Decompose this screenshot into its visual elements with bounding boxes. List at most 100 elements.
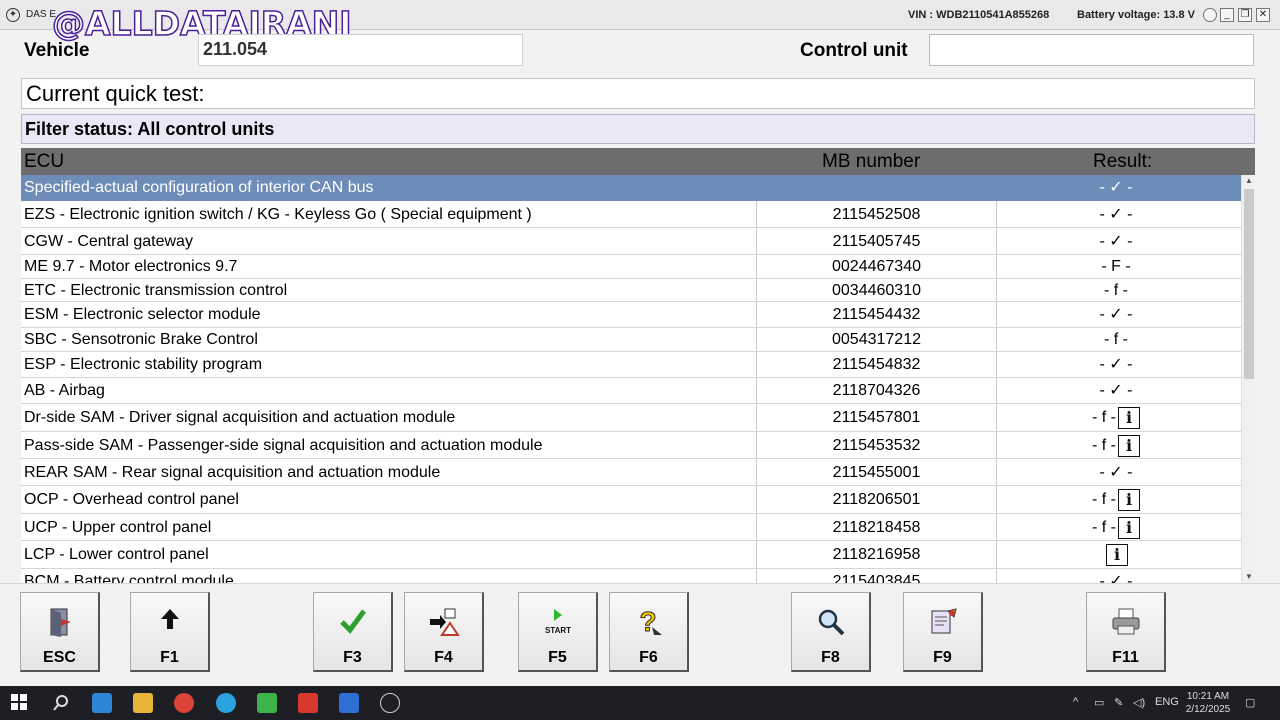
table-scrollbar[interactable]: ▲ ▼ xyxy=(1241,175,1255,583)
info-icon[interactable]: i xyxy=(1118,488,1140,511)
help-icon: ? xyxy=(610,606,687,638)
pen-icon[interactable]: ✎ xyxy=(1114,696,1123,709)
result-text: - ✓ - xyxy=(1099,573,1133,583)
f1-button[interactable]: F1 xyxy=(130,592,210,672)
notification-icon[interactable]: ▢ xyxy=(1245,696,1255,709)
printer-icon xyxy=(1087,607,1164,637)
result-text: - ✓ - xyxy=(1099,233,1133,250)
language-indicator[interactable]: ENG xyxy=(1155,696,1179,708)
vehicle-field: 211.054 xyxy=(198,34,523,66)
result-text: - ✓ - xyxy=(1099,206,1133,223)
info-icon[interactable]: i xyxy=(1106,543,1128,566)
ecu-name: ME 9.7 - Motor electronics 9.7 xyxy=(24,258,238,275)
result-text: - f - xyxy=(1092,491,1116,508)
table-row[interactable]: ETC - Electronic transmission control 003… xyxy=(21,279,1241,302)
f3-label: F3 xyxy=(343,649,362,666)
chrome-icon[interactable] xyxy=(174,693,194,713)
clock[interactable]: 10:21 AM 2/12/2025 xyxy=(1180,690,1236,716)
result-cell: - ✓ - xyxy=(1061,302,1171,328)
f11-button[interactable]: F11 xyxy=(1086,592,1166,672)
result-cell: - ✓ - xyxy=(1061,201,1171,228)
search-icon[interactable] xyxy=(51,693,71,713)
f11-label: F11 xyxy=(1112,649,1139,666)
mb-number: 2115457801 xyxy=(756,404,997,431)
ecu-name: Specified-actual configuration of interi… xyxy=(24,179,374,196)
network-icon[interactable]: ▭ xyxy=(1094,696,1104,709)
magnifier-icon xyxy=(792,607,869,637)
mb-number xyxy=(756,175,997,200)
f4-button[interactable]: F4 xyxy=(404,592,484,672)
table-row[interactable]: OCP - Overhead control panel 2118206501 - … xyxy=(21,486,1241,514)
f9-button[interactable]: F9 xyxy=(903,592,983,672)
table-row[interactable]: UCP - Upper control panel 2118218458 - f -… xyxy=(21,514,1241,541)
table-row[interactable]: EZS - Electronic ignition switch / KG - … xyxy=(21,201,1241,228)
telegram-icon[interactable] xyxy=(216,693,236,713)
file-explorer-icon[interactable] xyxy=(133,693,153,713)
taskbar: ^ ▭ ✎ ◁) ENG 10:21 AM 2/12/2025 ▢ xyxy=(0,686,1280,720)
result-text: - f - xyxy=(1104,282,1128,299)
mb-number: 2118218458 xyxy=(756,514,997,540)
status-circle-icon xyxy=(1203,8,1217,22)
app-icon-green[interactable] xyxy=(257,693,277,713)
table-row[interactable]: Dr-side SAM - Driver signal acquisition … xyxy=(21,404,1241,432)
result-cell: - ✓ - xyxy=(1061,569,1171,583)
mb-number: 0054317212 xyxy=(756,328,997,351)
minimize-button[interactable]: _ xyxy=(1220,8,1234,22)
result-cell: - f -i xyxy=(1061,432,1171,459)
table-row[interactable]: ME 9.7 - Motor electronics 9.7 0024467340… xyxy=(21,255,1241,279)
control-unit-label: Control unit xyxy=(800,40,908,61)
mercedes-logo-icon: ✦ xyxy=(6,8,20,22)
info-icon[interactable]: i xyxy=(1118,516,1140,539)
table-row[interactable]: BCM - Battery control module 2115403845 - … xyxy=(21,569,1241,583)
f6-button[interactable]: ? F6 xyxy=(609,592,689,672)
f1-label: F1 xyxy=(160,649,179,666)
result-text: - ✓ - xyxy=(1099,306,1133,323)
scroll-down-icon[interactable]: ▼ xyxy=(1242,571,1256,583)
f3-button[interactable]: F3 xyxy=(313,592,393,672)
ecu-name: OCP - Overhead control panel xyxy=(24,491,239,508)
result-cell: - ✓ - xyxy=(1061,378,1171,404)
windows-start-icon[interactable] xyxy=(10,693,30,713)
result-text: - F - xyxy=(1101,258,1131,275)
mb-number: 2118216958 xyxy=(756,541,997,568)
scroll-up-icon[interactable]: ▲ xyxy=(1242,175,1256,187)
app-icon-notepad[interactable] xyxy=(339,693,359,713)
filter-status[interactable]: Filter status: All control units xyxy=(21,114,1255,144)
table-row[interactable]: ESM - Electronic selector module 21154544… xyxy=(21,302,1241,328)
f8-button[interactable]: F8 xyxy=(791,592,871,672)
start-icon: START xyxy=(519,607,596,637)
f5-label: F5 xyxy=(548,649,567,666)
ecu-name: EZS - Electronic ignition switch / KG - … xyxy=(24,206,532,223)
table-row[interactable]: REAR SAM - Rear signal acquisition and a… xyxy=(21,459,1241,486)
f5-button[interactable]: START F5 xyxy=(518,592,598,672)
mb-number: 2115454832 xyxy=(756,352,997,377)
table-row[interactable]: ESP - Electronic stability program 211545… xyxy=(21,352,1241,378)
ecu-name: Dr-side SAM - Driver signal acquisition … xyxy=(24,409,456,426)
esc-button[interactable]: ESC xyxy=(20,592,100,672)
scroll-thumb[interactable] xyxy=(1244,189,1254,379)
result-text: - f - xyxy=(1092,519,1116,536)
table-row[interactable]: CGW - Central gateway 2115405745 - ✓ - xyxy=(21,228,1241,255)
info-icon[interactable]: i xyxy=(1118,434,1140,457)
table-row[interactable]: LCP - Lower control panel 2118216958 i xyxy=(21,541,1241,569)
result-cell: - ✓ - xyxy=(1061,459,1171,486)
app-icon-red[interactable] xyxy=(298,693,318,713)
volume-icon[interactable]: ◁) xyxy=(1133,696,1145,709)
chevron-up-icon[interactable]: ^ xyxy=(1073,696,1078,708)
app-icon-blue[interactable] xyxy=(92,693,112,713)
result-text: - ✓ - xyxy=(1099,464,1133,481)
close-button[interactable]: ✕ xyxy=(1256,8,1270,22)
ecu-name: LCP - Lower control panel xyxy=(24,546,209,563)
result-cell: - f - xyxy=(1061,328,1171,352)
table-row[interactable]: SBC - Sensotronic Brake Control 005431721… xyxy=(21,328,1241,352)
table-row[interactable]: AB - Airbag 2118704326 - ✓ - xyxy=(21,378,1241,404)
header-result: Result: xyxy=(1093,151,1153,172)
mercedes-das-icon[interactable] xyxy=(380,693,400,713)
mb-number: 2115405745 xyxy=(756,228,997,254)
table-row[interactable]: Pass-side SAM - Passenger-side signal ac… xyxy=(21,432,1241,459)
table-row[interactable]: Specified-actual configuration of interi… xyxy=(21,175,1241,201)
result-cell: - ✓ - xyxy=(1061,228,1171,255)
restore-button[interactable]: ❐ xyxy=(1238,8,1252,22)
info-icon[interactable]: i xyxy=(1118,406,1140,429)
ecu-table: Specified-actual configuration of interi… xyxy=(21,175,1241,583)
